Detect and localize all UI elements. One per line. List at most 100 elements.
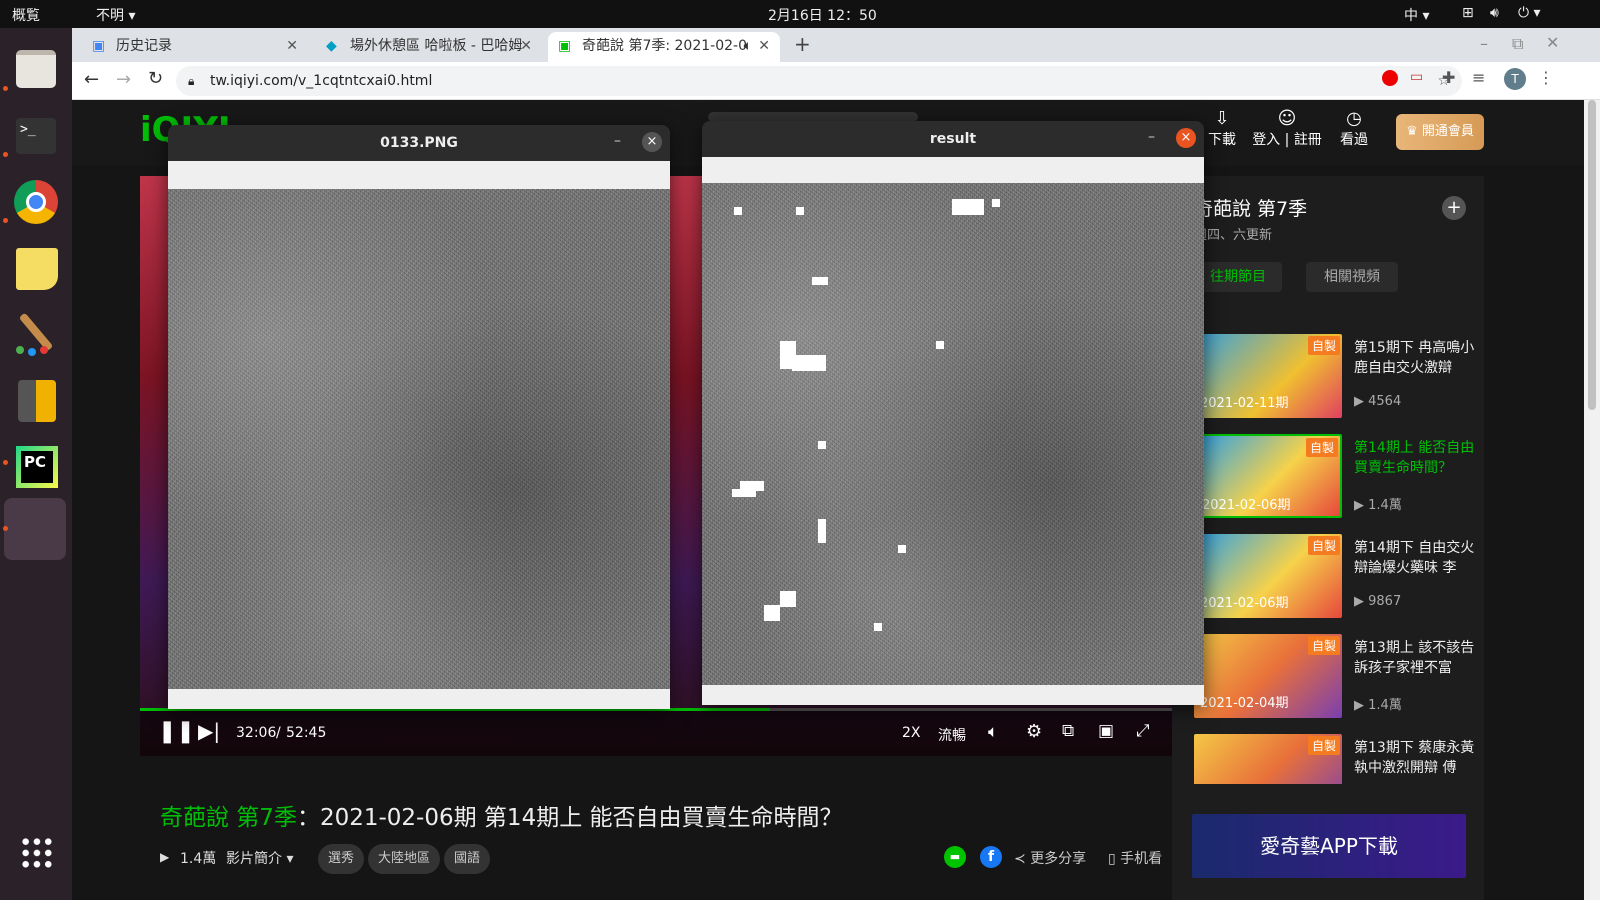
tab-past-episodes[interactable]: 往期節目 [1194, 262, 1282, 292]
detected-blob [764, 605, 780, 621]
close-tab-icon[interactable]: ✕ [758, 32, 770, 60]
tab-label: 場外休憩區 哈啦板 - 巴哈姆 [350, 38, 523, 54]
more-share-button[interactable]: ≺ 更多分享 [1014, 848, 1086, 868]
paint-brush-icon[interactable] [8, 306, 64, 362]
pause-icon[interactable]: ❚❚ [158, 719, 195, 744]
back-icon[interactable]: ← [84, 69, 99, 90]
reload-icon[interactable]: ↻ [148, 68, 163, 89]
minimize-window-icon[interactable]: – [1480, 34, 1488, 53]
episode-thumbnail: 自製 2021-02-04期 [1194, 634, 1342, 718]
network-icon[interactable]: ⊞ [1462, 5, 1474, 21]
episode-thumbnail: 自製 [1194, 734, 1342, 784]
activities-button[interactable]: 概覧 [12, 5, 40, 25]
detected-blob [812, 277, 828, 285]
pycharm-icon[interactable]: PC [8, 438, 64, 494]
page-scrollbar[interactable] [1584, 100, 1600, 900]
tag-chip[interactable]: 國語 [444, 844, 491, 874]
video-title: 奇葩說 第7季：2021-02-06期 第14期上 能否自由買賣生命時間？ [160, 798, 843, 832]
menu-kebab-icon[interactable]: ⋮ [1538, 68, 1554, 87]
media-control-icon[interactable]: ≡ [1472, 68, 1485, 87]
login-button[interactable]: ☺ 登入 | 註冊 [1252, 108, 1322, 149]
history-icon: ▣ [92, 38, 106, 54]
settings-gear-icon[interactable]: ⚙ [1026, 721, 1042, 742]
minimize-icon[interactable]: – [614, 133, 621, 149]
show-applications-icon[interactable] [8, 826, 64, 882]
app-menu[interactable]: 不明 ▾ [96, 5, 135, 25]
tab-related-videos[interactable]: 相關視頻 [1306, 262, 1398, 292]
close-tab-icon[interactable]: ✕ [286, 32, 298, 60]
vip-button[interactable]: ♛ 開通會員 [1396, 114, 1484, 150]
close-icon[interactable]: × [642, 132, 662, 152]
power-icon[interactable]: ⏻ ▾ [1518, 5, 1541, 21]
download-button[interactable]: ⇩ 下載 [1202, 108, 1242, 149]
chrome-icon[interactable] [8, 174, 64, 230]
active-app-slot[interactable] [4, 498, 66, 560]
video-intro-toggle[interactable]: 影片簡介 ▾ [226, 848, 293, 868]
input-method[interactable]: 中 ▾ [1404, 5, 1429, 25]
adblock-extension-icon[interactable] [1382, 70, 1398, 86]
episode-views: ▶ 4564 [1354, 394, 1401, 409]
register-label[interactable]: 註冊 [1294, 132, 1322, 148]
bahamut-icon: ◆ [326, 38, 337, 54]
tab-iqiyi[interactable]: ▣ 奇葩說 第7季: 2021-02-0 🔈︎ ✕ [548, 32, 780, 62]
login-label[interactable]: 登入 [1252, 132, 1280, 148]
window-body [168, 161, 670, 709]
omnibox[interactable]: 🔒︎ tw.iqiyi.com/v_1cqtntcxai0.html ☆ [176, 66, 1462, 96]
episode-item[interactable]: 自製 2021-02-06期 第14期下 自由交火辯論爆火藥味 李 ▶ 9867 [1194, 534, 1484, 622]
line-share-icon[interactable]: ▬ [944, 846, 966, 868]
tag-chip[interactable]: 選秀 [318, 844, 365, 874]
terminal-icon[interactable]: >_ [8, 108, 64, 164]
episode-item-active[interactable]: 自製 2021-02-06期 第14期上 能否自由買賣生命時間？ ▶ 1.4萬 [1194, 434, 1484, 522]
episode-item[interactable]: 自製 2021-02-11期 第15期下 冉高鳴小鹿自由交火激辯 ▶ 4564 [1194, 334, 1484, 422]
files-icon[interactable] [8, 42, 64, 98]
add-to-list-icon[interactable]: + [1442, 196, 1466, 220]
history-button[interactable]: ◷ 看過 [1334, 108, 1374, 149]
detected-blob [818, 519, 826, 543]
scrollbar-thumb[interactable] [1588, 100, 1596, 410]
tab-bahamut[interactable]: ◆ 場外休憩區 哈啦板 - 巴哈姆 ✕ [316, 32, 542, 62]
running-indicator [3, 526, 8, 531]
cast-extension-icon[interactable]: ▭ [1410, 69, 1423, 85]
new-tab-button[interactable]: + [794, 32, 811, 56]
extensions-icon[interactable]: ✚ [1442, 68, 1455, 87]
episode-item[interactable]: 自製 第13期下 蔡康永黃執中激烈開辯 傅 [1194, 734, 1484, 784]
self-produced-badge: 自製 [1307, 636, 1340, 655]
download-icon: ⇩ [1214, 108, 1230, 129]
picture-in-picture-icon[interactable]: ⧉ [1062, 721, 1074, 741]
profile-avatar[interactable]: T [1504, 68, 1526, 90]
calculator-icon[interactable] [8, 372, 64, 428]
crown-icon: ♛ [1406, 124, 1418, 139]
app-download-banner[interactable]: 愛奇藝APP下載 [1192, 814, 1466, 878]
episode-date: 2021-02-11期 [1200, 396, 1289, 411]
clock[interactable]: 2月16日 12：50 [768, 5, 877, 25]
close-tab-icon[interactable]: ✕ [520, 32, 532, 60]
sticky-notes-icon[interactable] [8, 240, 64, 296]
speed-button[interactable]: 2X [902, 725, 921, 741]
facebook-share-icon[interactable]: f [980, 846, 1002, 868]
episode-item[interactable]: 自製 2021-02-04期 第13期上 該不該告訴孩子家裡不富 ▶ 1.4萬 [1194, 634, 1484, 722]
volume-icon[interactable]: 🔈︎ [988, 722, 998, 742]
episode-thumbnail: 自製 2021-02-11期 [1194, 334, 1342, 418]
maximize-window-icon[interactable]: ⧉ [1512, 34, 1523, 54]
total-time: 52:45 [286, 725, 327, 741]
fullscreen-icon[interactable]: ⤢ [1136, 721, 1150, 741]
web-fullscreen-icon[interactable]: ▣ [1098, 721, 1114, 741]
window-title: 0133.PNG [380, 135, 458, 151]
forward-icon[interactable]: → [116, 69, 131, 90]
quality-button[interactable]: 流暢 [938, 725, 966, 745]
close-window-icon[interactable]: ✕ [1546, 33, 1559, 52]
tag-chip[interactable]: 大陸地區 [368, 844, 441, 874]
tab-history[interactable]: ▣ 历史记录 ✕ [82, 32, 308, 62]
mobile-watch-button[interactable]: ▯ 手机看 [1108, 848, 1162, 868]
show-link[interactable]: 奇葩說 第7季 [160, 805, 297, 831]
minimize-icon[interactable]: – [1148, 129, 1155, 145]
next-episode-icon[interactable]: ▶| [198, 719, 220, 743]
close-icon[interactable]: × [1176, 128, 1196, 148]
volume-icon[interactable]: 🔊︎ [1490, 5, 1499, 21]
audio-playing-icon[interactable]: 🔈︎ [744, 32, 752, 60]
application-dock: >_ PC [0, 28, 72, 900]
image-window-result: result – × [702, 121, 1204, 705]
detected-blob [734, 207, 742, 215]
play-count: 1.4萬 [180, 851, 217, 867]
detected-blob [936, 341, 944, 349]
